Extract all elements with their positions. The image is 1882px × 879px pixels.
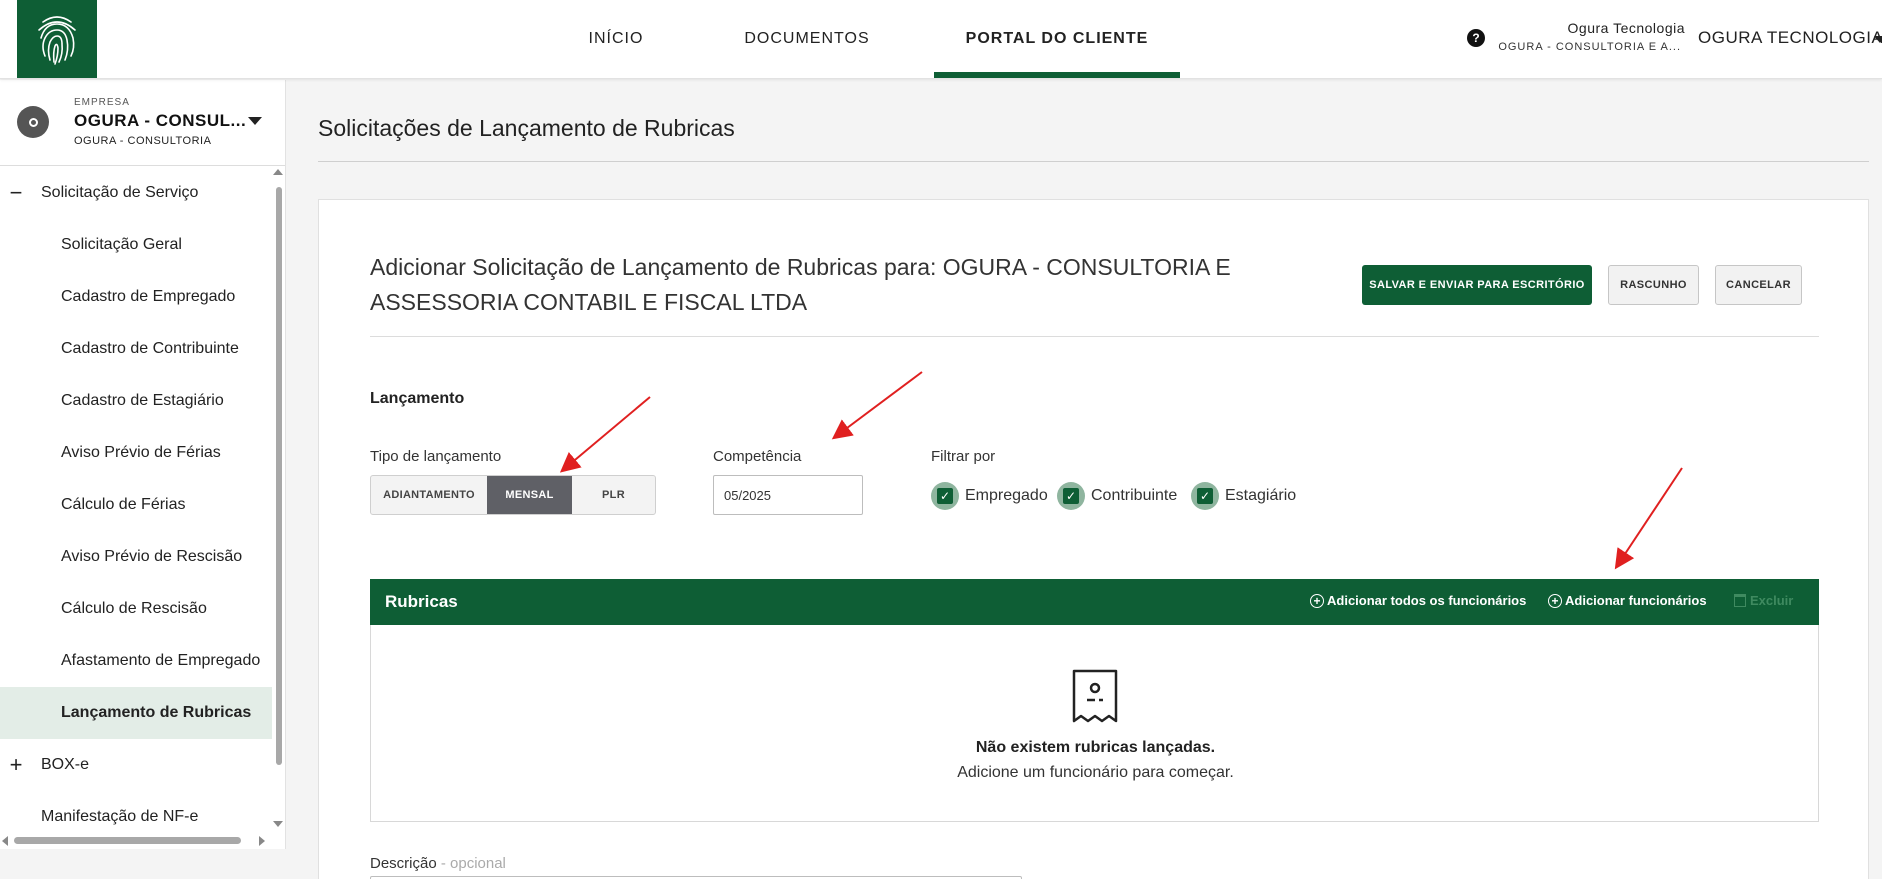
sidebar: EMPRESA OGURA - CONSUL... OGURA - CONSUL… <box>0 80 286 849</box>
form-card: Adicionar Solicitação de Lançamento de R… <box>318 199 1869 879</box>
sidebar-item-label: Cadastro de Empregado <box>61 288 236 305</box>
descricao-label-text: Descrição <box>370 855 437 872</box>
form-title-line-2: ASSESSORIA CONTABIL E FISCAL LTDA <box>370 289 808 315</box>
delete-button[interactable]: Excluir <box>1734 593 1793 608</box>
company-avatar <box>17 106 49 138</box>
sidebar-item-box-e[interactable]: + BOX-e <box>0 739 272 791</box>
chevron-down-icon[interactable] <box>1874 36 1882 43</box>
receipt-icon <box>1072 669 1118 723</box>
delete-label: Excluir <box>1750 593 1794 608</box>
company-selector[interactable]: EMPRESA OGURA - CONSUL... OGURA - CONSUL… <box>0 80 285 166</box>
add-employees-label: Adicionar funcionários <box>1565 593 1707 608</box>
nav-portal-do-cliente[interactable]: PORTAL DO CLIENTE <box>934 0 1180 78</box>
sidebar-item-afastamento-de-empregado[interactable]: Afastamento de Empregado <box>0 635 272 687</box>
help-icon[interactable]: ? <box>1467 29 1485 47</box>
sidebar-item-solicitacao-de-servico[interactable]: − Solicitação de Serviço <box>0 167 272 219</box>
scroll-up-arrow-icon[interactable] <box>273 169 283 175</box>
checkbox-label: Estagiário <box>1225 487 1297 504</box>
company-subtitle: OGURA - CONSULTORIA <box>74 135 212 147</box>
top-bar: INÍCIO DOCUMENTOS PORTAL DO CLIENTE ? Og… <box>0 0 1882 79</box>
option-adiantamento[interactable]: ADIANTAMENTO <box>371 476 487 514</box>
rubricas-panel: Rubricas + Adicionar todos os funcionári… <box>370 579 1819 822</box>
sidebar-item-label: Aviso Prévio de Rescisão <box>61 548 243 565</box>
sidebar-item-aviso-previo-de-rescisao[interactable]: Aviso Prévio de Rescisão <box>0 531 272 583</box>
competencia-input[interactable]: 05/2025 <box>713 475 863 515</box>
trash-icon <box>1734 594 1746 607</box>
sidebar-item-label: Cadastro de Estagiário <box>61 392 224 409</box>
sidebar-item-lancamento-de-rubricas[interactable]: Lançamento de Rubricas <box>0 687 272 739</box>
sidebar-item-label: Solicitação de Serviço <box>41 184 199 201</box>
plus-circle-icon: + <box>1310 593 1324 608</box>
user-menu[interactable]: OGURA TECNOLOGIA <box>1698 28 1882 48</box>
nav-inicio[interactable]: INÍCIO <box>560 0 672 78</box>
user-name: Ogura Tecnologia <box>1567 20 1685 36</box>
tipo-lancamento-toggle: ADIANTAMENTO MENSAL PLR <box>370 475 656 515</box>
empty-state-subtitle: Adicione um funcionário para começar. <box>957 764 1234 781</box>
filter-estagiario-checkbox[interactable]: ✓ Estagiário <box>1191 482 1296 510</box>
rubricas-header: Rubricas + Adicionar todos os funcionári… <box>370 579 1819 625</box>
add-all-employees-label: Adicionar todos os funcionários <box>1327 593 1527 608</box>
vertical-scroll-thumb[interactable] <box>276 187 282 765</box>
form-title-line-1: Adicionar Solicitação de Lançamento de R… <box>370 254 1231 280</box>
user-company: OGURA - CONSULTORIA E A... <box>1498 41 1681 53</box>
company-name: OGURA - CONSUL... <box>74 111 247 130</box>
checkbox-label: Empregado <box>965 487 1048 504</box>
rubricas-title: Rubricas <box>385 592 458 611</box>
checkbox-label: Contribuinte <box>1091 487 1178 504</box>
sidebar-item-cadastro-de-contribuinte[interactable]: Cadastro de Contribuinte <box>0 323 272 375</box>
add-all-employees-button[interactable]: + Adicionar todos os funcionários <box>1310 593 1526 608</box>
nav-documentos[interactable]: DOCUMENTOS <box>732 0 882 78</box>
scroll-down-arrow-icon[interactable] <box>273 821 283 827</box>
sidebar-item-label: BOX-e <box>41 756 90 773</box>
empty-state-title: Não existem rubricas lançadas. <box>975 739 1216 756</box>
sidebar-item-aviso-previo-de-ferias[interactable]: Aviso Prévio de Férias <box>0 427 272 479</box>
competencia-label: Competência <box>713 448 802 465</box>
filter-contribuinte-checkbox[interactable]: ✓ Contribuinte <box>1057 482 1177 510</box>
divider <box>318 161 1869 162</box>
fingerprint-logo[interactable] <box>17 0 97 78</box>
filtrar-por-label: Filtrar por <box>931 448 996 465</box>
checkbox-checked-icon[interactable]: ✓ <box>931 482 959 510</box>
scroll-left-arrow-icon[interactable] <box>2 836 8 846</box>
fingerprint-icon <box>38 16 76 65</box>
sidebar-item-label: Cadastro de Contribuinte <box>61 340 239 357</box>
option-mensal[interactable]: MENSAL <box>487 476 572 514</box>
collapse-minus-icon[interactable]: − <box>9 180 23 206</box>
sidebar-item-label: Solicitação Geral <box>61 236 182 253</box>
sidebar-item-solicitacao-geral[interactable]: Solicitação Geral <box>0 219 272 271</box>
checkbox-checked-icon[interactable]: ✓ <box>1057 482 1085 510</box>
checkbox-checked-icon[interactable]: ✓ <box>1191 482 1219 510</box>
sidebar-item-label: Lançamento de Rubricas <box>61 704 252 721</box>
sidebar-item-label: Cálculo de Férias <box>61 496 186 513</box>
option-plr[interactable]: PLR <box>572 476 655 514</box>
expand-plus-icon[interactable]: + <box>9 752 23 778</box>
section-label-lancamento: Lançamento <box>370 390 465 407</box>
cancel-button[interactable]: CANCELAR <box>1715 265 1802 305</box>
descricao-label: Descrição - opcional <box>370 855 506 872</box>
filter-empregado-checkbox[interactable]: ✓ Empregado <box>931 482 1048 510</box>
optional-hint: - opcional <box>436 855 506 872</box>
sidebar-item-calculo-de-ferias[interactable]: Cálculo de Férias <box>0 479 272 531</box>
tipo-lancamento-label: Tipo de lançamento <box>370 448 502 465</box>
horizontal-scroll-thumb[interactable] <box>14 837 241 844</box>
nav-active-indicator <box>934 72 1180 78</box>
divider <box>370 336 1819 337</box>
plus-circle-icon: + <box>1548 593 1562 608</box>
form-title: Adicionar Solicitação de Lançamento de R… <box>370 250 1310 320</box>
sidebar-item-cadastro-de-estagiario[interactable]: Cadastro de Estagiário <box>0 375 272 427</box>
sidebar-item-label: Afastamento de Empregado <box>61 652 261 669</box>
page-title: Solicitações de Lançamento de Rubricas <box>318 115 735 141</box>
chevron-down-icon[interactable] <box>248 117 262 125</box>
sidebar-item-calculo-de-rescisao[interactable]: Cálculo de Rescisão <box>0 583 272 635</box>
save-and-send-button[interactable]: SALVAR E ENVIAR PARA ESCRITÓRIO <box>1362 265 1592 305</box>
company-label: EMPRESA <box>74 97 130 108</box>
sidebar-item-label: Manifestação de NF-e <box>41 808 199 825</box>
add-employees-button[interactable]: + Adicionar funcionários <box>1548 593 1707 608</box>
sidebar-item-manifestacao-de-nf-e[interactable]: Manifestação de NF-e <box>0 791 272 843</box>
sidebar-item-label: Aviso Prévio de Férias <box>61 444 221 461</box>
scroll-right-arrow-icon[interactable] <box>259 836 265 846</box>
sidebar-item-cadastro-de-empregado[interactable]: Cadastro de Empregado <box>0 271 272 323</box>
sidebar-item-label: Cálculo de Rescisão <box>61 600 207 617</box>
draft-button[interactable]: RASCUNHO <box>1608 265 1699 305</box>
